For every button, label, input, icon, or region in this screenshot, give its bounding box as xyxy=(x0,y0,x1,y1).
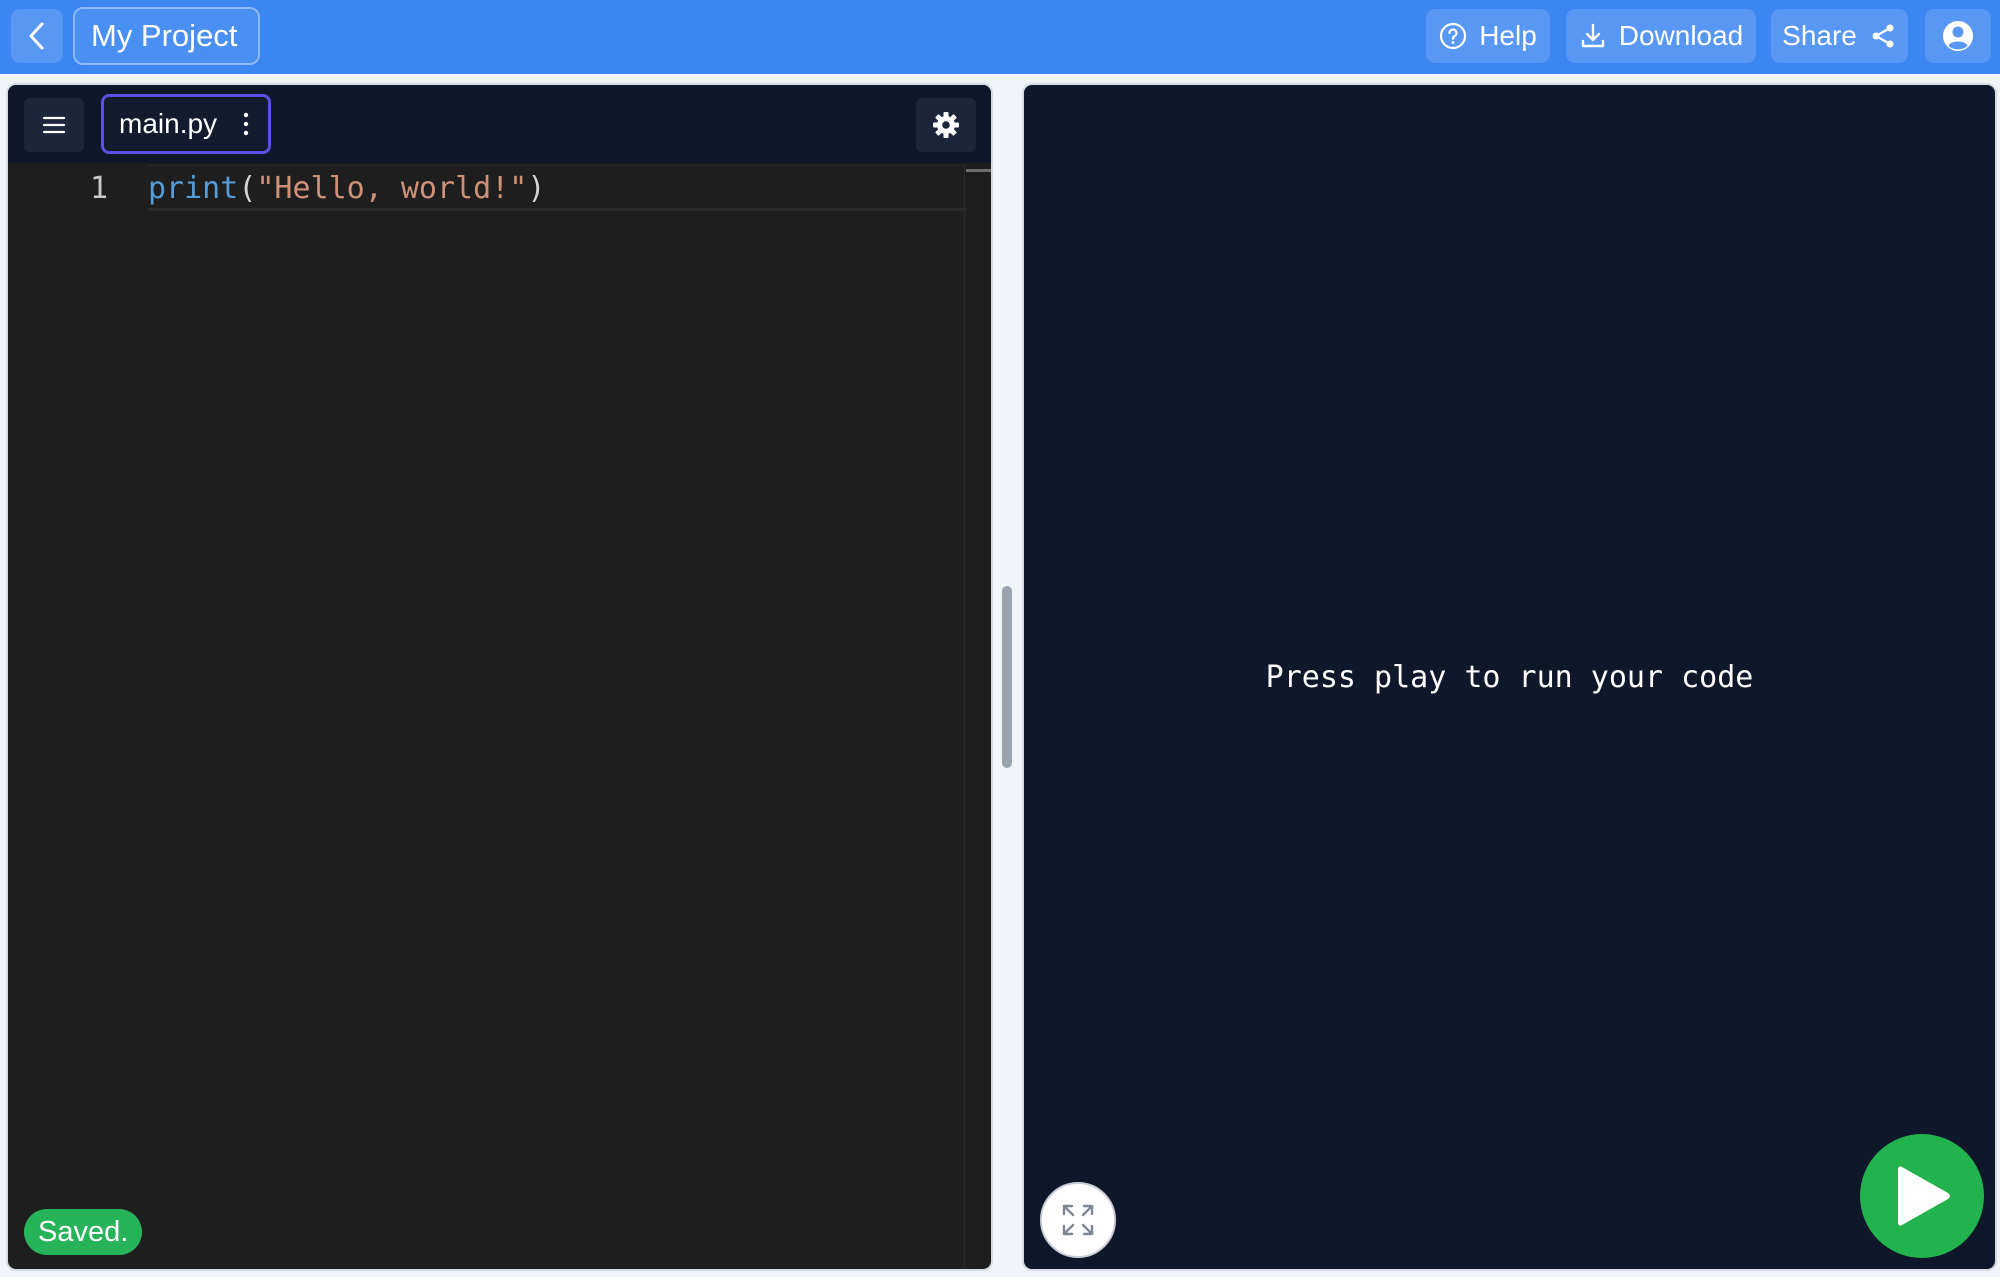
editor-header: main.py xyxy=(8,85,991,163)
download-label: Download xyxy=(1618,20,1744,51)
share-button[interactable]: Share xyxy=(1771,9,1908,63)
settings-button[interactable] xyxy=(916,98,976,152)
saved-status-badge: Saved. xyxy=(24,1209,143,1255)
code-line[interactable]: print("Hello, world!") xyxy=(148,165,966,211)
editor-scrollbar-track[interactable] xyxy=(964,165,965,1269)
top-bar: My Project Help Download Share xyxy=(0,0,2000,74)
hamburger-menu-icon xyxy=(42,116,66,134)
code-token-string: "Hello, world!" xyxy=(256,171,528,206)
tab-label: main.py xyxy=(119,108,218,139)
output-message: Press play to run your code xyxy=(1265,660,1754,695)
code-token-paren-open: ( xyxy=(238,171,257,206)
vertical-dots-icon[interactable] xyxy=(242,110,250,145)
play-icon xyxy=(1898,1166,1950,1226)
panel-resize-handle[interactable] xyxy=(1002,586,1012,768)
code-editor-panel: main.py 1 print("Hello, world!") Saved. xyxy=(6,83,993,1271)
run-button[interactable] xyxy=(1860,1134,1984,1258)
fullscreen-button[interactable] xyxy=(1040,1182,1116,1258)
help-button[interactable]: Help xyxy=(1426,9,1550,63)
download-button[interactable]: Download xyxy=(1566,9,1756,63)
code-token-paren-close: ) xyxy=(527,171,546,206)
editor-scrollbar-marker xyxy=(966,169,991,172)
question-circle-icon xyxy=(1440,22,1467,50)
tab-main-py[interactable]: main.py xyxy=(101,94,271,154)
project-title[interactable]: My Project xyxy=(73,7,260,65)
help-label: Help xyxy=(1479,20,1537,51)
output-panel: Press play to run your code xyxy=(1022,83,1997,1271)
code-area[interactable]: 1 print("Hello, world!") xyxy=(8,165,991,1269)
code-token-function: print xyxy=(148,171,239,206)
user-circle-icon xyxy=(1943,21,1973,51)
share-icon xyxy=(1872,24,1894,48)
line-number: 1 xyxy=(89,171,108,206)
chevron-left-icon xyxy=(29,22,44,50)
gear-icon xyxy=(933,112,959,138)
back-button[interactable] xyxy=(11,9,63,63)
share-label: Share xyxy=(1782,20,1857,51)
expand-icon xyxy=(1062,1204,1094,1236)
download-icon xyxy=(1581,23,1604,48)
file-menu-button[interactable] xyxy=(24,98,84,152)
account-button[interactable] xyxy=(1925,9,1991,63)
